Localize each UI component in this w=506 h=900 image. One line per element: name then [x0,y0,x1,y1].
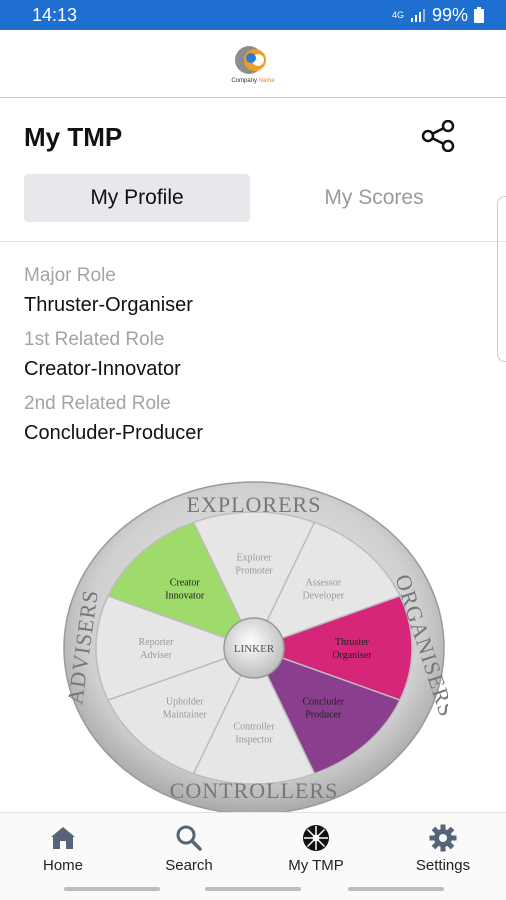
divider [0,241,506,242]
nav-home-label: Home [42,857,83,874]
wheel-segment-label: Thruster [335,637,370,648]
first-related-role-label: 1st Related Role [24,329,165,350]
status-bar: 14:13 4G 99% [0,0,506,30]
gear-icon [429,824,457,852]
wheel-segment-label: Controller [233,721,275,732]
wheel-segment-label: Explorer [237,553,273,564]
nav-my-tmp[interactable]: My TMP [253,823,379,874]
wheel-segment-label: Creator [170,577,201,588]
status-time: 14:13 [32,4,78,25]
wheel-segment-label: Promoter [235,566,273,577]
gesture-bar-right [348,887,444,891]
gesture-bar-left [64,887,160,891]
major-role-value: Thruster-Organiser [24,294,193,316]
scroll-handle[interactable] [497,196,506,362]
major-role-label: Major Role [24,265,116,286]
page-title: My TMP [24,122,123,152]
wheel-segment-label: Inspector [235,734,273,745]
nav-settings[interactable]: Settings [380,823,506,874]
wheel-segment-label: Organiser [332,650,372,661]
signal-icon [410,9,425,22]
company-logo: Company Name [231,44,275,84]
nav-search-label: Search [165,857,213,874]
home-icon [51,827,75,849]
battery-percent: 99% [431,4,468,25]
second-related-role-label: 2nd Related Role [24,393,171,414]
share-icon[interactable] [420,120,456,152]
wheel-segment-label: Producer [305,710,342,721]
nav-my-tmp-label: My TMP [288,857,344,874]
logo-text: Company Name [231,77,275,84]
wheel-segment-label: Upholder [166,697,204,708]
battery-icon [474,7,484,23]
gesture-bar-center [205,887,301,891]
tab-my-profile[interactable]: My Profile [24,174,250,222]
search-icon [176,825,202,851]
outer-label-controllers: CONTROLLERS [170,778,339,803]
profile-tabs: My Profile My Scores [24,174,484,222]
outer-label-explorers: EXPLORERS [187,492,322,517]
wheel-segment-label: Innovator [165,590,205,601]
status-indicators: 4G 99% [392,5,484,26]
wheel-segment-label: Assessor [305,577,341,588]
wheel-segment-label: Maintainer [163,710,208,721]
title-bar: My TMP [0,98,506,170]
wheel-segment-label: Reporter [139,637,175,648]
tab-my-scores[interactable]: My Scores [264,174,484,222]
wheel-segment-label: Developer [302,590,344,601]
tmp-wheel: LINKER Explorer Promoter Assessor Developer… [62,481,448,815]
linker-label: LINKER [234,643,275,655]
nav-home[interactable]: Home [0,823,126,874]
wheel-segment-label: Adviser [140,650,172,661]
first-related-role-value: Creator-Innovator [24,358,181,380]
second-related-role-value: Concluder-Producer [24,422,203,444]
nav-settings-label: Settings [415,857,471,874]
wheel-segment-label: Concluder [302,697,344,708]
network-type: 4G [391,9,404,20]
wheel-icon [303,825,329,851]
app-header: Company Name [0,30,506,98]
nav-search[interactable]: Search [126,823,252,874]
logo-mark-icon [235,45,266,74]
